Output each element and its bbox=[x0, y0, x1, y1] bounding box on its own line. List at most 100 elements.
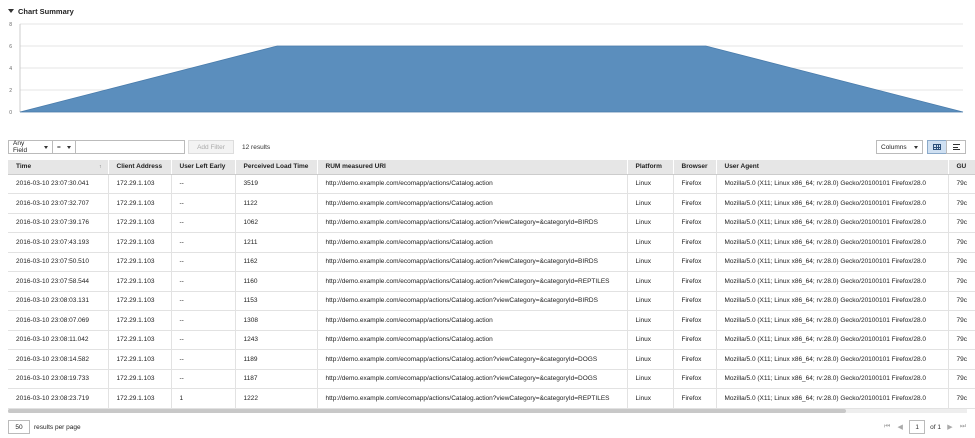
column-header-perceived-load-time[interactable]: Perceived Load Time bbox=[235, 160, 318, 175]
column-header-guid[interactable]: GU bbox=[948, 160, 975, 175]
table-row[interactable]: 2016-03-10 23:08:19.733 172.29.1.103 -- 118… bbox=[8, 369, 975, 389]
prev-page-icon[interactable]: ◀ bbox=[896, 422, 904, 432]
table-row[interactable]: 2016-03-10 23:08:03.131 172.29.1.103 -- 115… bbox=[8, 291, 975, 311]
cell-guid: 79c bbox=[948, 174, 975, 194]
cell-client-address: 172.29.1.103 bbox=[108, 193, 172, 214]
cell-rum-uri: http://demo.example.com/ecomapp/actions/… bbox=[317, 310, 628, 331]
summary-chart: 0 2 4 6 8 bbox=[0, 18, 975, 122]
operator-select-label: = bbox=[57, 143, 61, 151]
pagination: ⏮ ◀ 1 of 1 ▶ ⏭ bbox=[883, 420, 967, 434]
cell-load-time: 1062 bbox=[235, 213, 318, 233]
table-row[interactable]: 2016-03-10 23:07:30.041 172.29.1.103 -- 351… bbox=[8, 174, 975, 194]
page-number-input[interactable]: 1 bbox=[909, 420, 926, 434]
cell-load-time: 1243 bbox=[235, 330, 318, 350]
y-tick-label: 8 bbox=[9, 22, 12, 28]
column-header-user-left-early[interactable]: User Left Early bbox=[171, 160, 236, 175]
cell-rum-uri: http://demo.example.com/ecomapp/actions/… bbox=[317, 330, 628, 350]
chevron-down-icon bbox=[44, 145, 48, 149]
table-row[interactable]: 2016-03-10 23:08:07.069 172.29.1.103 -- 130… bbox=[8, 310, 975, 331]
area-series[interactable] bbox=[19, 45, 964, 113]
cell-time: 2016-03-10 23:07:50.510 bbox=[8, 252, 109, 272]
cell-time: 2016-03-10 23:07:58.544 bbox=[8, 271, 109, 292]
cell-rum-uri: http://demo.example.com/ecomapp/actions/… bbox=[317, 213, 628, 233]
table-row[interactable]: 2016-03-10 23:07:43.193 172.29.1.103 -- 121… bbox=[8, 232, 975, 253]
cell-user-left-early: -- bbox=[171, 349, 236, 370]
column-header-rum-uri[interactable]: RUM measured URI bbox=[317, 160, 628, 175]
cell-guid: 79c bbox=[948, 349, 975, 370]
table-row[interactable]: 2016-03-10 23:08:14.582 172.29.1.103 -- 118… bbox=[8, 349, 975, 370]
field-select-label: Any Field bbox=[13, 140, 28, 154]
cell-platform: Linux bbox=[627, 232, 674, 253]
filter-value-input[interactable] bbox=[75, 140, 185, 154]
horizontal-scrollbar[interactable] bbox=[8, 409, 967, 413]
cell-client-address: 172.29.1.103 bbox=[108, 349, 172, 370]
page-total-label: of 1 bbox=[930, 423, 941, 431]
cell-browser: Firefox bbox=[673, 213, 717, 233]
column-header-client-address[interactable]: Client Address bbox=[108, 160, 172, 175]
cell-client-address: 172.29.1.103 bbox=[108, 291, 172, 311]
scrollbar-thumb[interactable] bbox=[8, 409, 846, 413]
cell-browser: Firefox bbox=[673, 349, 717, 370]
table-row[interactable]: 2016-03-10 23:07:50.510 172.29.1.103 -- 116… bbox=[8, 252, 975, 272]
cell-guid: 79c bbox=[948, 252, 975, 272]
view-tools: Columns bbox=[876, 140, 966, 154]
results-table-container: Time ↑ Client Address User Left Early Per… bbox=[8, 160, 975, 409]
field-select[interactable]: Any Field bbox=[8, 140, 53, 154]
cell-time: 2016-03-10 23:07:43.193 bbox=[8, 232, 109, 253]
cell-browser: Firefox bbox=[673, 174, 717, 194]
columns-button[interactable]: Columns bbox=[876, 140, 923, 154]
columns-button-label: Columns bbox=[881, 143, 907, 151]
cell-user-agent: Mozilla/5.0 (X11; Linux x86_64; rv:28.0)… bbox=[716, 388, 949, 409]
table-row[interactable]: 2016-03-10 23:07:39.176 172.29.1.103 -- 106… bbox=[8, 213, 975, 233]
cell-rum-uri: http://demo.example.com/ecomapp/actions/… bbox=[317, 174, 628, 194]
chevron-down-icon bbox=[67, 145, 71, 149]
column-header-platform[interactable]: Platform bbox=[627, 160, 674, 175]
cell-time: 2016-03-10 23:08:14.582 bbox=[8, 349, 109, 370]
operator-select[interactable]: = bbox=[52, 140, 76, 154]
table-row[interactable]: 2016-03-10 23:08:23.719 172.29.1.103 1 1222… bbox=[8, 388, 975, 409]
cell-load-time: 1187 bbox=[235, 369, 318, 389]
last-page-icon[interactable]: ⏭ bbox=[959, 422, 967, 432]
cell-user-agent: Mozilla/5.0 (X11; Linux x86_64; rv:28.0)… bbox=[716, 252, 949, 272]
next-page-icon[interactable]: ▶ bbox=[946, 422, 954, 432]
cell-user-left-early: -- bbox=[171, 213, 236, 233]
table-row[interactable]: 2016-03-10 23:07:32.707 172.29.1.103 -- 112… bbox=[8, 193, 975, 214]
cell-load-time: 1189 bbox=[235, 349, 318, 370]
per-page-input[interactable]: 50 bbox=[8, 420, 30, 434]
cell-browser: Firefox bbox=[673, 310, 717, 331]
view-toggle bbox=[927, 140, 966, 154]
cell-platform: Linux bbox=[627, 213, 674, 233]
cell-platform: Linux bbox=[627, 193, 674, 214]
results-count: 12 results bbox=[242, 143, 271, 151]
cell-user-left-early: -- bbox=[171, 193, 236, 214]
first-page-icon[interactable]: ⏮ bbox=[883, 422, 891, 432]
table-row[interactable]: 2016-03-10 23:08:11.042 172.29.1.103 -- 124… bbox=[8, 330, 975, 350]
grid-view-button[interactable] bbox=[927, 140, 947, 154]
cell-user-agent: Mozilla/5.0 (X11; Linux x86_64; rv:28.0)… bbox=[716, 174, 949, 194]
chevron-down-icon bbox=[914, 145, 918, 149]
filter-bar: Any Field = Add Filter 12 results bbox=[8, 140, 270, 154]
cell-rum-uri: http://demo.example.com/ecomapp/actions/… bbox=[317, 388, 628, 409]
column-header-browser[interactable]: Browser bbox=[673, 160, 717, 175]
cell-user-left-early: 1 bbox=[171, 388, 236, 409]
cell-client-address: 172.29.1.103 bbox=[108, 271, 172, 292]
per-page-label: results per page bbox=[34, 423, 81, 431]
cell-platform: Linux bbox=[627, 291, 674, 311]
cell-load-time: 1308 bbox=[235, 310, 318, 331]
cell-guid: 79c bbox=[948, 330, 975, 350]
cell-rum-uri: http://demo.example.com/ecomapp/actions/… bbox=[317, 252, 628, 272]
column-header-time[interactable]: Time ↑ bbox=[8, 160, 109, 175]
cell-guid: 79c bbox=[948, 369, 975, 389]
cell-client-address: 172.29.1.103 bbox=[108, 174, 172, 194]
cell-load-time: 1211 bbox=[235, 232, 318, 253]
cell-platform: Linux bbox=[627, 174, 674, 194]
column-header-user-agent[interactable]: User Agent bbox=[716, 160, 949, 175]
chart-summary-title: Chart Summary bbox=[18, 6, 74, 16]
cell-user-agent: Mozilla/5.0 (X11; Linux x86_64; rv:28.0)… bbox=[716, 193, 949, 214]
list-view-button[interactable] bbox=[946, 140, 966, 154]
table-row[interactable]: 2016-03-10 23:07:58.544 172.29.1.103 -- 116… bbox=[8, 271, 975, 292]
cell-user-agent: Mozilla/5.0 (X11; Linux x86_64; rv:28.0)… bbox=[716, 271, 949, 292]
add-filter-button[interactable]: Add Filter bbox=[188, 140, 234, 154]
cell-user-agent: Mozilla/5.0 (X11; Linux x86_64; rv:28.0)… bbox=[716, 310, 949, 331]
chart-summary-toggle[interactable]: Chart Summary bbox=[8, 5, 74, 17]
